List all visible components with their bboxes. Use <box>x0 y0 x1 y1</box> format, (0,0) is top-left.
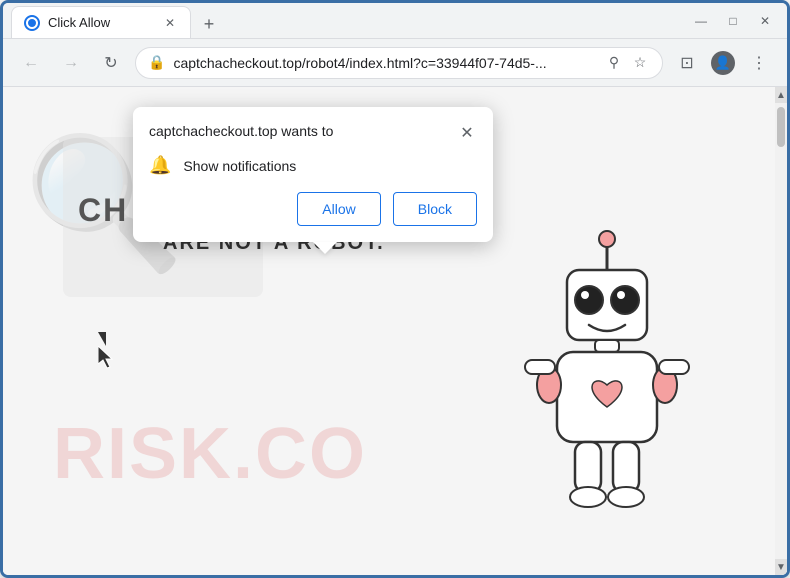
lock-icon: 🔒 <box>148 54 165 71</box>
popup-header: captchacheckout.top wants to ✕ <box>149 123 477 143</box>
address-icons: ⚲ ☆ <box>604 53 650 73</box>
allow-button[interactable]: Allow <box>297 192 380 226</box>
back-button[interactable]: ← <box>15 47 47 79</box>
search-icon[interactable]: ⚲ <box>604 53 624 73</box>
url-text: captchacheckout.top/robot4/index.html?c=… <box>173 55 596 71</box>
robot-illustration <box>507 225 747 565</box>
popup-buttons: Allow Block <box>149 192 477 226</box>
scroll-up-button[interactable]: ▲ <box>775 87 787 103</box>
popup-close-button[interactable]: ✕ <box>457 123 477 143</box>
scrollbar[interactable]: ▲ ▼ <box>775 87 787 575</box>
menu-button[interactable]: ⋮ <box>743 47 775 79</box>
notification-label: Show notifications <box>183 158 296 174</box>
tab-close-button[interactable]: ✕ <box>162 15 178 31</box>
minimize-button[interactable]: — <box>687 7 715 35</box>
browser-window: Click Allow ✕ + — □ ✕ ← → ↻ 🔒 captchache… <box>0 0 790 578</box>
scroll-thumb[interactable] <box>777 107 785 147</box>
popup-title: captchacheckout.top wants to <box>149 123 333 139</box>
reload-button[interactable]: ↻ <box>95 47 127 79</box>
ch-partial-text: CH <box>78 192 128 229</box>
toolbar-right: ⊡ 👤 ⋮ <box>671 47 775 79</box>
new-tab-button[interactable]: + <box>195 10 223 38</box>
notification-popup: captchacheckout.top wants to ✕ 🔔 Show no… <box>133 107 493 242</box>
cast-icon[interactable]: ⊡ <box>671 47 703 79</box>
active-tab[interactable]: Click Allow ✕ <box>11 6 191 38</box>
address-bar[interactable]: 🔒 captchacheckout.top/robot4/index.html?… <box>135 47 663 79</box>
window-controls: — □ ✕ <box>687 7 779 35</box>
profile-button[interactable]: 👤 <box>707 47 739 79</box>
scroll-down-button[interactable]: ▼ <box>775 559 787 575</box>
forward-button[interactable]: → <box>55 47 87 79</box>
page-content: 🔍 CH ARE NOT A ROBOT. RISK.CO <box>3 87 787 575</box>
block-button[interactable]: Block <box>393 192 477 226</box>
bell-icon: 🔔 <box>149 155 171 176</box>
profile-avatar: 👤 <box>711 51 735 75</box>
popup-arrow <box>313 242 337 254</box>
popup-notification-row: 🔔 Show notifications <box>149 155 477 176</box>
maximize-button[interactable]: □ <box>719 7 747 35</box>
close-button[interactable]: ✕ <box>751 7 779 35</box>
toolbar: ← → ↻ 🔒 captchacheckout.top/robot4/index… <box>3 39 787 87</box>
title-bar: Click Allow ✕ + — □ ✕ <box>3 3 787 39</box>
tab-title: Click Allow <box>48 15 154 30</box>
tabs-area: Click Allow ✕ + <box>11 3 679 38</box>
watermark-text: RISK.CO <box>53 413 367 495</box>
bookmark-icon[interactable]: ☆ <box>630 53 650 73</box>
tab-favicon-icon <box>24 15 40 31</box>
